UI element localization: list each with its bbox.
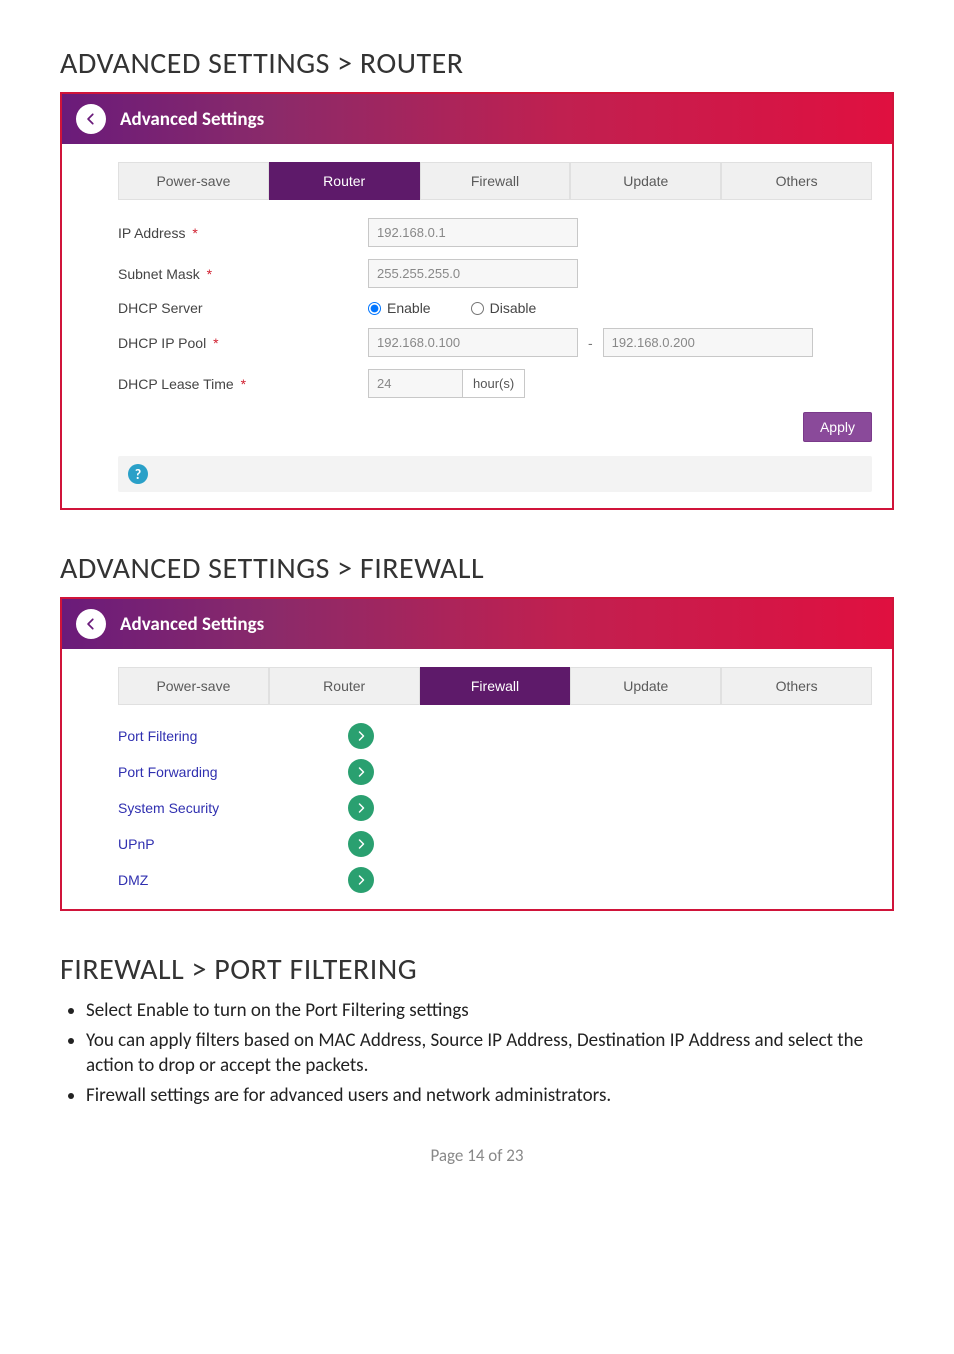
dhcp-pool-separator: -	[588, 335, 593, 351]
label-lease-time: DHCP Lease Time *	[118, 376, 368, 392]
radio-disable[interactable]: Disable	[471, 300, 537, 316]
heading-port-filtering: FIREWALL > PORT FILTERING	[60, 951, 894, 988]
go-port-filtering[interactable]	[348, 723, 374, 749]
row-dhcp-pool: DHCP IP Pool * -	[118, 328, 872, 357]
row-system-security: System Security	[118, 795, 872, 821]
page-footer: Page 14 of 23	[60, 1145, 894, 1166]
panel-header: Advanced Settings	[62, 599, 892, 649]
go-dmz[interactable]	[348, 867, 374, 893]
required-mark: *	[192, 225, 197, 241]
radio-disable-input[interactable]	[471, 302, 484, 315]
port-filtering-bullets: Select Enable to turn on the Port Filter…	[60, 998, 894, 1109]
link-port-filtering[interactable]: Port Filtering	[118, 728, 348, 744]
subnet-input[interactable]	[368, 259, 578, 288]
firewall-panel: Advanced Settings Power-save Router Fire…	[60, 597, 894, 911]
radio-enable-label: Enable	[387, 300, 431, 316]
help-row: ?	[118, 456, 872, 492]
label-subnet: Subnet Mask *	[118, 266, 368, 282]
router-panel-body: Power-save Router Firewall Update Others…	[62, 144, 892, 508]
help-icon[interactable]: ?	[128, 464, 148, 484]
tab-power-save[interactable]: Power-save	[118, 162, 269, 200]
tab-others[interactable]: Others	[721, 162, 872, 200]
heading-firewall: ADVANCED SETTINGS > FIREWALL	[60, 550, 894, 587]
tab-router[interactable]: Router	[269, 667, 420, 705]
chevron-left-icon	[84, 617, 98, 631]
row-dhcp-server: DHCP Server Enable Disable	[118, 300, 872, 316]
tab-update[interactable]: Update	[570, 667, 721, 705]
required-mark: *	[207, 266, 212, 282]
radio-enable[interactable]: Enable	[368, 300, 431, 316]
label-subnet-text: Subnet Mask	[118, 266, 200, 282]
label-ip-address-text: IP Address	[118, 225, 185, 241]
dhcp-pool-start-input[interactable]	[368, 328, 578, 357]
row-port-forwarding: Port Forwarding	[118, 759, 872, 785]
go-system-security[interactable]	[348, 795, 374, 821]
chevron-left-icon	[84, 112, 98, 126]
label-lease-time-text: DHCP Lease Time	[118, 376, 234, 392]
tab-router[interactable]: Router	[269, 162, 420, 200]
chevron-right-icon	[355, 874, 367, 886]
apply-button[interactable]: Apply	[803, 412, 872, 442]
dhcp-pool-end-input[interactable]	[603, 328, 813, 357]
required-mark: *	[213, 335, 218, 351]
radio-disable-label: Disable	[490, 300, 537, 316]
label-dhcp-pool-text: DHCP IP Pool	[118, 335, 206, 351]
row-lease-time: DHCP Lease Time * hour(s)	[118, 369, 872, 398]
row-port-filtering: Port Filtering	[118, 723, 872, 749]
lease-time-unit: hour(s)	[463, 369, 525, 398]
panel-title: Advanced Settings	[120, 108, 264, 131]
bullet-item: Firewall settings are for advanced users…	[86, 1083, 894, 1109]
back-button[interactable]	[76, 609, 106, 639]
bullet-item: Select Enable to turn on the Port Filter…	[86, 998, 894, 1024]
ip-address-input[interactable]	[368, 218, 578, 247]
row-dmz: DMZ	[118, 867, 872, 893]
radio-enable-input[interactable]	[368, 302, 381, 315]
label-dhcp-server: DHCP Server	[118, 300, 368, 316]
go-upnp[interactable]	[348, 831, 374, 857]
link-upnp[interactable]: UPnP	[118, 836, 348, 852]
row-upnp: UPnP	[118, 831, 872, 857]
link-system-security[interactable]: System Security	[118, 800, 348, 816]
heading-router: ADVANCED SETTINGS > ROUTER	[60, 45, 894, 82]
chevron-right-icon	[355, 766, 367, 778]
link-dmz[interactable]: DMZ	[118, 872, 348, 888]
back-button[interactable]	[76, 104, 106, 134]
row-ip-address: IP Address *	[118, 218, 872, 247]
chevron-right-icon	[355, 802, 367, 814]
tabs-row: Power-save Router Firewall Update Others	[118, 162, 872, 200]
router-panel: Advanced Settings Power-save Router Fire…	[60, 92, 894, 510]
dhcp-radio-group: Enable Disable	[368, 300, 536, 316]
label-dhcp-pool: DHCP IP Pool *	[118, 335, 368, 351]
link-port-forwarding[interactable]: Port Forwarding	[118, 764, 348, 780]
bullet-item: You can apply filters based on MAC Addre…	[86, 1028, 894, 1079]
panel-header: Advanced Settings	[62, 94, 892, 144]
lease-time-input[interactable]	[368, 369, 463, 398]
tab-power-save[interactable]: Power-save	[118, 667, 269, 705]
firewall-panel-body: Power-save Router Firewall Update Others…	[62, 649, 892, 909]
tab-firewall[interactable]: Firewall	[420, 162, 571, 200]
panel-title: Advanced Settings	[120, 613, 264, 636]
tabs-row: Power-save Router Firewall Update Others	[118, 667, 872, 705]
tab-others[interactable]: Others	[721, 667, 872, 705]
tab-update[interactable]: Update	[570, 162, 721, 200]
go-port-forwarding[interactable]	[348, 759, 374, 785]
chevron-right-icon	[355, 838, 367, 850]
label-ip-address: IP Address *	[118, 225, 368, 241]
apply-row: Apply	[118, 412, 872, 442]
required-mark: *	[241, 376, 246, 392]
chevron-right-icon	[355, 730, 367, 742]
tab-firewall[interactable]: Firewall	[420, 667, 571, 705]
row-subnet: Subnet Mask *	[118, 259, 872, 288]
